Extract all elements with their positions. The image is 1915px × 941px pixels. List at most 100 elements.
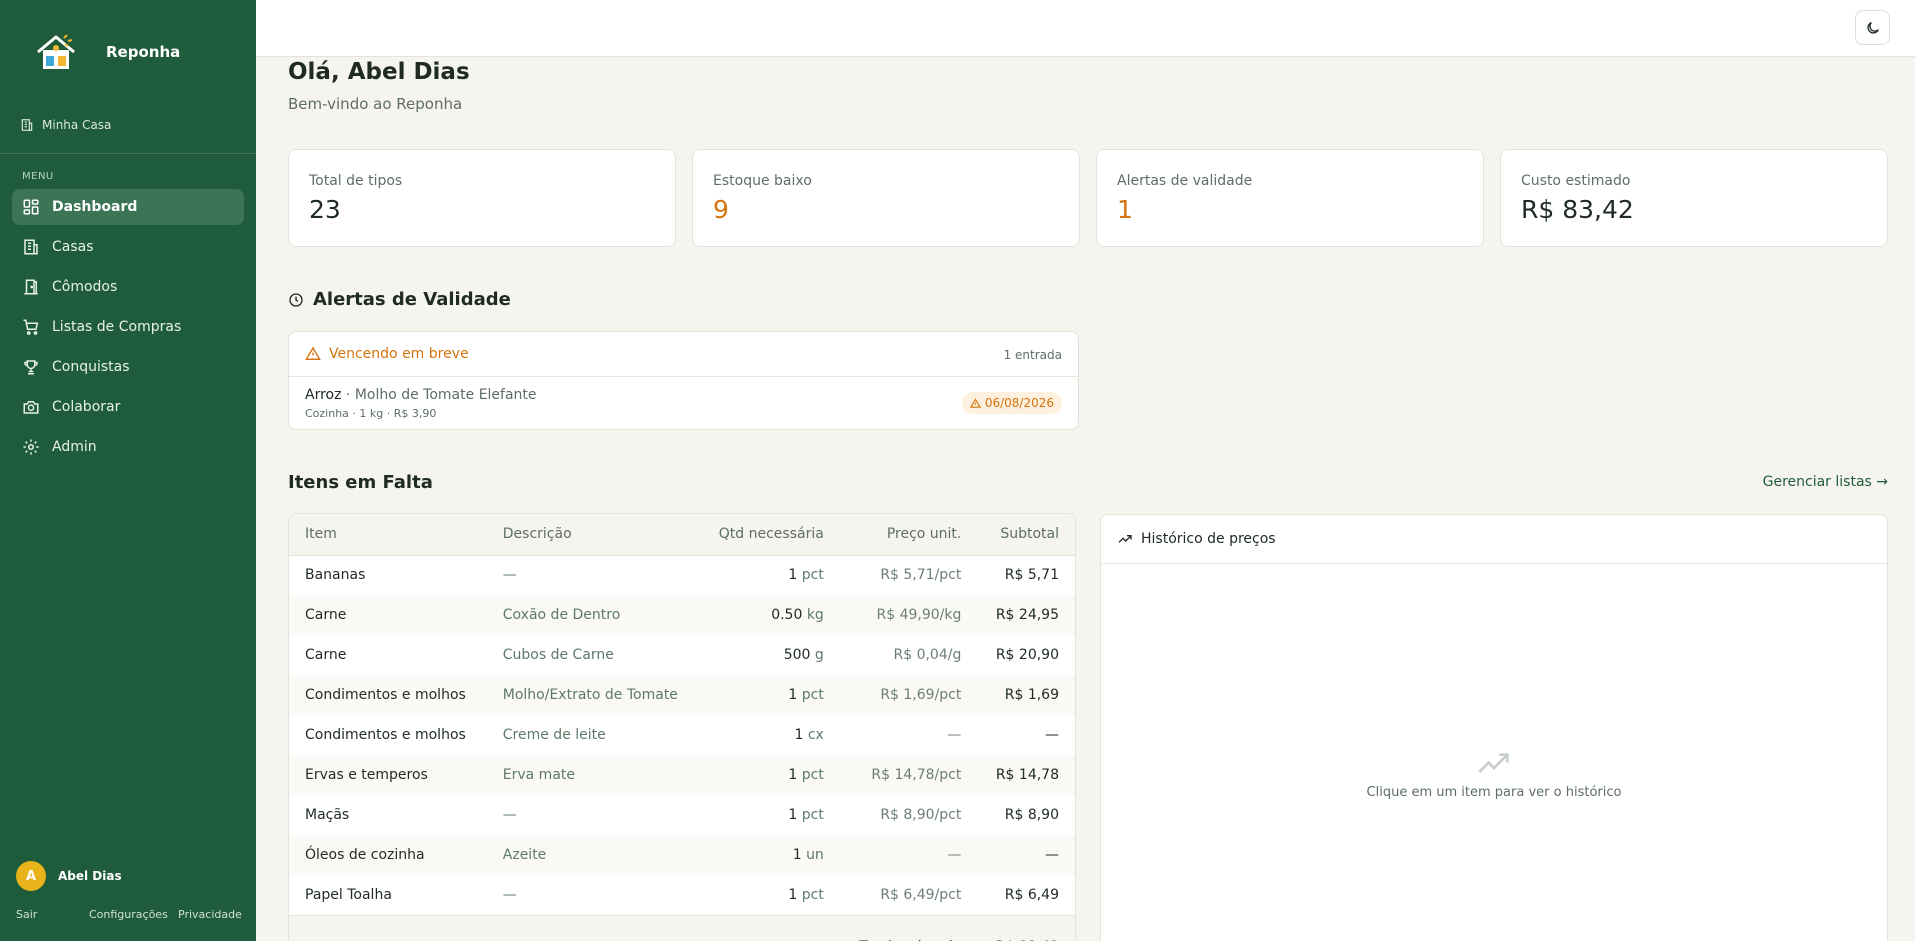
price-history-title: Histórico de preços [1117, 531, 1276, 547]
alert-group-title: Vencendo em breve [305, 346, 469, 362]
price-history-card: Histórico de preços Clique em um item pa… [1100, 514, 1888, 941]
brand[interactable]: Reponha [34, 32, 180, 72]
item-quantity: 0.50 kg [699, 595, 840, 635]
stat-value: 9 [713, 195, 729, 224]
house-selector[interactable]: Minha Casa [20, 118, 111, 132]
sidebar-item-label: Colaborar [52, 399, 121, 415]
menu-label: MENU [22, 171, 54, 182]
stat-value: 1 [1117, 195, 1133, 224]
expiry-date: 06/08/2026 [984, 396, 1054, 410]
sidebar-item-colaborar[interactable]: Colaborar [12, 389, 244, 425]
sidebar-item-admin[interactable]: Admin [12, 429, 244, 465]
item-quantity: 500 g [699, 635, 840, 675]
qty-unit: pct [801, 886, 824, 903]
item-quantity: 1 pct [699, 555, 840, 595]
alert-item-name: Arroz [305, 387, 342, 403]
table-header-row: Item Descrição Qtd necessária Preço unit… [289, 514, 1075, 555]
sidebar-item-listas[interactable]: Listas de Compras [12, 309, 244, 345]
table-row[interactable]: Ervas e temperos Erva mate 1 pct R$ 14,78/p… [289, 755, 1075, 795]
sidebar-item-casas[interactable]: Casas [12, 229, 244, 265]
item-unit-price: R$ 1,69/pct [880, 687, 962, 703]
privacy-link[interactable]: Privacidade [178, 908, 242, 921]
column-header[interactable]: Preço unit. [840, 514, 978, 555]
manage-lists-link[interactable]: Gerenciar listas → [1763, 474, 1888, 490]
sidebar-item-comodos[interactable]: Cômodos [12, 269, 244, 305]
qty-value: 1 [792, 847, 802, 863]
item-unit-price: R$ 14,78/pct [871, 767, 962, 783]
item-description: — [502, 807, 517, 823]
item-subtotal: R$ 24,95 [995, 607, 1059, 623]
qty-value: 1 [788, 886, 798, 903]
theme-toggle-button[interactable] [1855, 10, 1890, 45]
item-subtotal: R$ 20,90 [995, 647, 1059, 663]
table-row[interactable]: Condimentos e molhos Creme de leite 1 cx — — [289, 715, 1075, 755]
item-subtotal: R$ 5,71 [1004, 567, 1059, 584]
stat-card-estimated-cost: Custo estimado R$ 83,42 [1500, 149, 1888, 247]
door-icon [24, 279, 38, 295]
total-value: R$ 83,42 [977, 915, 1075, 941]
qty-unit: cx [807, 727, 824, 743]
column-header[interactable]: Item [289, 514, 487, 555]
qty-unit: pct [801, 767, 824, 783]
table-row[interactable]: Maçãs — 1 pct R$ 8,90/pct R$ 8,90 [289, 795, 1075, 835]
column-header[interactable]: Qtd necessária [699, 514, 840, 555]
alerts-title-text: Alertas de Validade [313, 289, 511, 310]
item-description: — [502, 567, 517, 584]
item-quantity: 1 cx [699, 715, 840, 755]
qty-value: 1 [788, 687, 798, 703]
price-history-empty-text: Clique em um item para ver o histórico [1366, 785, 1622, 800]
table-row[interactable]: Óleos de cozinha Azeite 1 un — — [289, 835, 1075, 875]
item-quantity: 1 pct [699, 675, 840, 715]
table-row[interactable]: Carne Coxão de Dentro 0.50 kg R$ 49,90/kg R$… [289, 595, 1075, 635]
item-unit-price: R$ 8,90/pct [880, 807, 962, 823]
warning-icon [969, 397, 981, 408]
stat-label: Custo estimado [1521, 173, 1631, 189]
item-name: Papel Toalha [305, 886, 392, 903]
alert-entry-details: Cozinha · 1 kg · R$ 3,90 [305, 407, 437, 420]
item-subtotal: — [1045, 847, 1059, 863]
missing-items-table: Item Descrição Qtd necessária Preço unit… [288, 513, 1076, 941]
sidebar-item-conquistas[interactable]: Conquistas [12, 349, 244, 385]
item-name: Maçãs [305, 807, 350, 823]
qty-value: 1 [788, 567, 798, 584]
logout-link[interactable]: Sair [16, 908, 37, 921]
sidebar-nav: Dashboard Casas Cômodos Listas de Compra… [12, 189, 244, 469]
item-subtotal: R$ 6,49 [1004, 886, 1059, 903]
item-subtotal: R$ 14,78 [995, 767, 1059, 783]
building-icon [21, 119, 33, 131]
user-name: Abel Dias [58, 869, 122, 883]
item-unit-price: R$ 6,49/pct [880, 886, 962, 903]
table-row[interactable]: Carne Cubos de Carne 500 g R$ 0,04/g R$ 20,9… [289, 635, 1075, 675]
qty-value: 1 [788, 767, 798, 783]
qty-unit: un [806, 847, 824, 863]
item-quantity: 1 pct [699, 875, 840, 915]
alert-separator: · [341, 387, 355, 403]
app-name: Reponha [106, 43, 181, 61]
alerts-section-title: Alertas de Validade [288, 289, 511, 310]
price-history-empty: Clique em um item para ver o histórico [1101, 753, 1887, 800]
item-unit-price: R$ 49,90/kg [876, 607, 962, 623]
item-description: Molho/Extrato de Tomate [502, 687, 678, 703]
table-row[interactable]: Condimentos e molhos Molho/Extrato de Tom… [289, 675, 1075, 715]
qty-value: 1 [788, 807, 798, 823]
sidebar-item-dashboard[interactable]: Dashboard [12, 189, 244, 225]
stat-label: Alertas de validade [1117, 173, 1253, 189]
stat-label: Estoque baixo [713, 173, 812, 189]
alert-entry[interactable]: Arroz · Molho de Tomate Elefante [305, 387, 537, 403]
item-unit-price: R$ 0,04/g [893, 647, 962, 663]
sidebar-item-label: Conquistas [52, 359, 130, 375]
table-row[interactable]: Bananas — 1 pct R$ 5,71/pct R$ 5,71 [289, 555, 1075, 595]
item-quantity: 1 pct [699, 755, 840, 795]
expiry-alert-card: Vencendo em breve 1 entrada Arroz · Molh… [288, 331, 1079, 430]
column-header[interactable]: Descrição [487, 514, 699, 555]
settings-link[interactable]: Configurações [89, 908, 168, 921]
price-history-title-text: Histórico de preços [1141, 531, 1276, 547]
qty-unit: pct [801, 567, 824, 584]
column-header[interactable]: Subtotal [977, 514, 1075, 555]
stat-value: R$ 83,42 [1521, 195, 1634, 224]
table-row[interactable]: Papel Toalha — 1 pct R$ 6,49/pct R$ 6,49 [289, 875, 1075, 915]
stat-value: 23 [309, 195, 341, 224]
user-profile[interactable]: A Abel Dias [16, 861, 122, 891]
qty-value: 500 [783, 647, 811, 663]
item-description: Creme de leite [502, 727, 606, 743]
